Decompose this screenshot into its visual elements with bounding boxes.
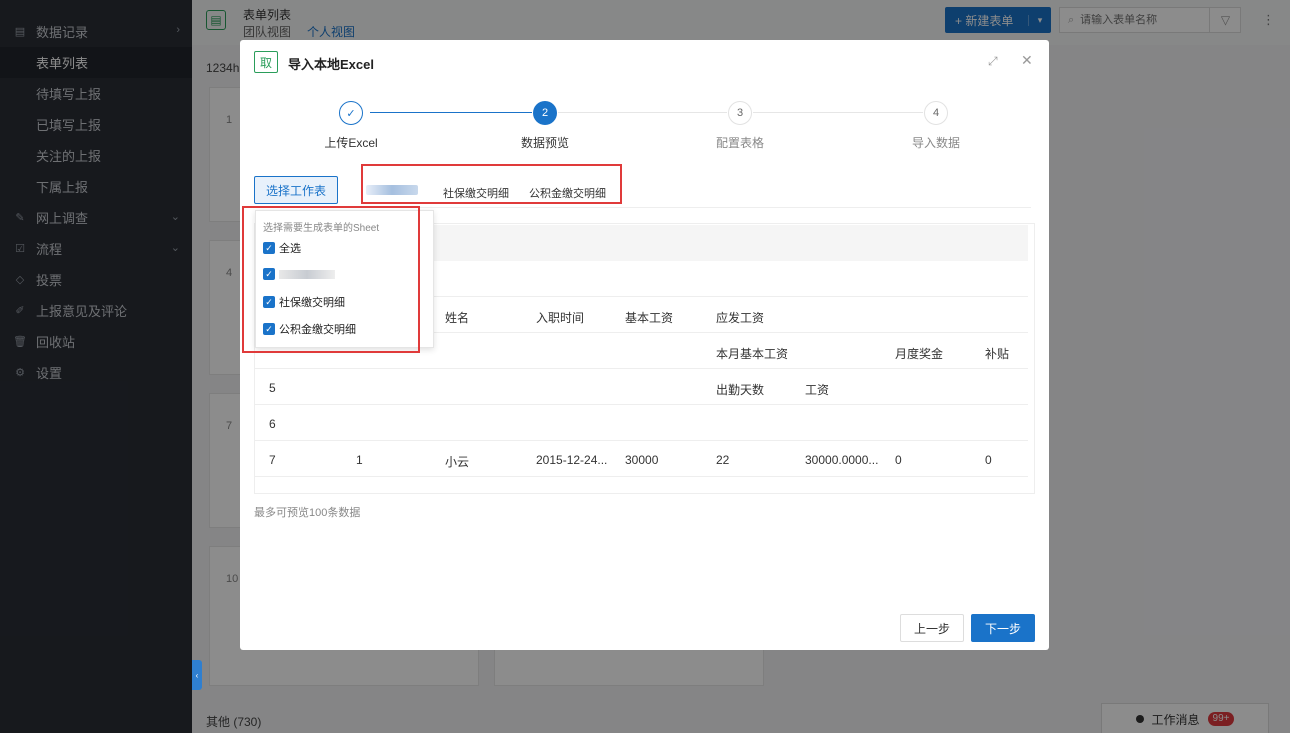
step-1-label: 上传Excel [324, 136, 378, 150]
table-cell: 入职时间 [536, 311, 585, 325]
step-connector [753, 112, 923, 113]
highlight-box [361, 164, 622, 204]
table-cell: 30000 [625, 453, 659, 467]
step-connector [370, 112, 532, 113]
table-cell: 1 [356, 453, 363, 467]
table-cell: 工资 [805, 383, 830, 397]
table-cell: 7 [269, 453, 276, 467]
collapse-sidebar-icon[interactable]: ‹ [192, 660, 202, 690]
table-cell: 5 [269, 381, 276, 395]
step-1-check-icon: ✓ [339, 101, 363, 125]
step-2-label: 数据预览 [520, 136, 569, 150]
expand-icon[interactable]: ⤢ [988, 54, 998, 69]
preview-limit-note: 最多可预览100条数据 [254, 507, 361, 519]
table-cell: 0 [985, 453, 992, 467]
step-3-label: 配置表格 [715, 136, 764, 150]
step-3-indicator: 3 [728, 101, 752, 125]
table-cell: 应发工资 [716, 311, 765, 325]
table-cell: 补贴 [985, 347, 1010, 361]
table-cell: 2015-12-24... [536, 453, 608, 467]
table-cell: 姓名 [445, 311, 470, 325]
previous-step-button[interactable]: 上一步 [900, 614, 964, 642]
excel-icon: 取 [254, 51, 278, 73]
step-connector [558, 112, 727, 113]
step-4-indicator: 4 [924, 101, 948, 125]
next-step-button[interactable]: 下一步 [971, 614, 1035, 642]
table-cell: 出勤天数 [716, 383, 765, 397]
table-row: 6 [255, 405, 1028, 441]
table-cell: 本月基本工资 [716, 347, 789, 361]
dialog-title: 导入本地Excel [288, 57, 374, 72]
table-row: 5 出勤天数 工资 [255, 369, 1028, 405]
table-cell: 30000.0000... [805, 453, 879, 467]
step-2-indicator: 2 [533, 101, 557, 125]
select-sheet-button[interactable]: 选择工作表 [254, 176, 338, 204]
close-icon[interactable]: ✕ [1021, 52, 1033, 69]
table-cell: 基本工资 [625, 311, 674, 325]
table-cell: 月度奖金 [895, 347, 944, 361]
table-row: 7 1 小云 2015-12-24... 30000 22 30000.0000… [255, 441, 1028, 477]
table-cell: 22 [716, 453, 730, 467]
table-cell: 小云 [445, 455, 470, 469]
import-excel-dialog: 取 导入本地Excel ⤢ ✕ ✓ 2 3 4 上传Excel 数据预览 配置表… [240, 40, 1049, 650]
highlight-box [242, 206, 420, 353]
table-cell: 0 [895, 453, 902, 467]
step-4-label: 导入数据 [911, 136, 960, 150]
table-cell: 6 [269, 417, 276, 431]
